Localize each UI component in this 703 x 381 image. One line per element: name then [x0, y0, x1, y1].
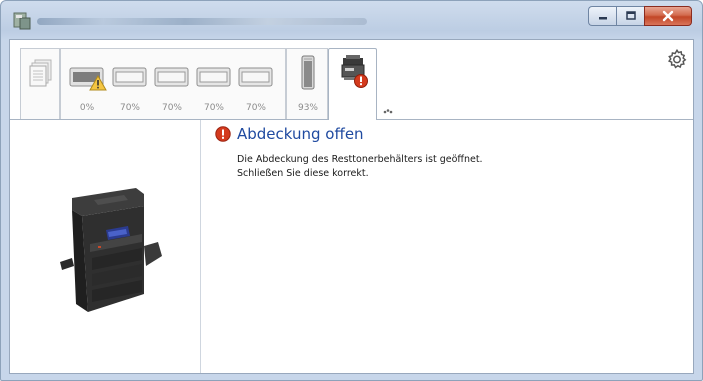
printer-error-icon	[341, 55, 368, 88]
toner-cartridge-icon	[196, 67, 231, 87]
toner-level-label: 70%	[245, 103, 266, 113]
minimize-button[interactable]	[588, 6, 616, 26]
status-monitor-panel: 0% 70% 70% 70% 70% 93% Abdeckung offen D…	[9, 39, 694, 374]
toner-level-label: 70%	[203, 103, 224, 113]
toner-level-label: 0%	[79, 103, 95, 113]
tab-device-status[interactable]	[328, 48, 377, 120]
more-indicator	[383, 107, 393, 116]
toner-level-label: 70%	[119, 103, 140, 113]
status-line-2: Schließen Sie diese korrekt.	[237, 168, 369, 179]
status-line-1: Die Abdeckung des Resttonerbehälters ist…	[237, 154, 483, 165]
gear-icon[interactable]	[666, 48, 688, 70]
warning-icon	[89, 75, 107, 91]
toner-cartridge-icon	[154, 67, 189, 87]
tab-toner-levels[interactable]: 0% 70% 70% 70% 70%	[60, 48, 286, 119]
printer-device-image	[60, 188, 162, 312]
toner-cartridge-icon	[238, 67, 273, 87]
toner-level-label: 70%	[161, 103, 182, 113]
status-description: Die Abdeckung des Resttonerbehälters ist…	[237, 153, 483, 181]
error-icon	[215, 126, 231, 142]
consumables-toolbar: 0% 70% 70% 70% 70% 93%	[10, 40, 693, 120]
minimize-icon	[598, 17, 607, 20]
waste-toner-box-icon	[301, 55, 315, 90]
tab-waste-toner[interactable]: 93%	[286, 48, 328, 119]
close-icon	[662, 10, 674, 22]
maximize-button[interactable]	[616, 6, 644, 26]
device-image-pane	[10, 120, 201, 373]
maximize-icon	[625, 11, 636, 20]
ellipsis-icon	[383, 109, 393, 114]
document-stack-icon	[29, 59, 52, 87]
close-button[interactable]	[644, 6, 692, 26]
printer-app-icon	[13, 12, 31, 30]
window-controls	[588, 6, 692, 28]
status-title: Abdeckung offen	[237, 125, 364, 143]
tab-documents[interactable]	[20, 48, 60, 119]
waste-toner-level-label: 93%	[297, 103, 318, 113]
title-bar[interactable]	[1, 1, 702, 39]
window-title	[37, 18, 367, 25]
app-window: 0% 70% 70% 70% 70% 93% Abdeckung offen D…	[0, 0, 703, 381]
toner-cartridge-icon	[112, 67, 147, 87]
